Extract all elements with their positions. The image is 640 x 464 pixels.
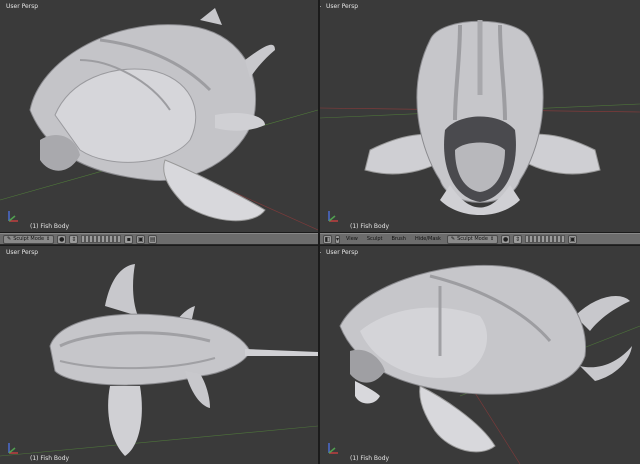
layers-grid[interactable] xyxy=(81,235,122,243)
sculpt-mode-icon: ✎ xyxy=(7,236,12,242)
pivot-icon[interactable]: ⇕ xyxy=(513,234,523,244)
sculpt-mode-icon: ✎ xyxy=(450,236,456,242)
viewport-header-left: ✎ Sculpt Mode ⇕ ● ⇕ ▪ ▣ ▤ xyxy=(0,233,318,245)
mode-selector[interactable]: ✎ Sculpt Mode ⇕ xyxy=(446,234,499,244)
split-area-icon[interactable]: + xyxy=(320,2,323,11)
layer-options-icon[interactable]: ▪ xyxy=(124,234,134,244)
shading-icon[interactable]: ● xyxy=(501,234,511,244)
menu-sculpt[interactable]: Sculpt xyxy=(364,236,386,242)
mode-label: Sculpt Mode xyxy=(13,236,45,242)
viewport-view-label: User Persp xyxy=(6,3,39,10)
fish-model-front-three-quarter xyxy=(0,8,318,231)
viewport-view-label: User Persp xyxy=(326,249,359,256)
fish-model-side xyxy=(339,264,640,464)
pivot-icon[interactable]: ⇕ xyxy=(69,234,79,244)
area-divider[interactable] xyxy=(318,0,320,464)
layers-grid[interactable] xyxy=(525,235,566,243)
chevron-down-icon[interactable]: ▾ xyxy=(335,234,340,244)
viewport-view-label: User Persp xyxy=(6,249,39,256)
viewport-top-right[interactable]: User Persp + (1) Fish Body xyxy=(320,0,640,232)
axis-gizmo-icon xyxy=(326,208,340,222)
viewport-object-label: (1) Fish Body xyxy=(350,223,390,230)
axis-gizmo-icon xyxy=(6,208,20,222)
view-icon[interactable]: ◧ xyxy=(323,234,332,244)
viewport-object-label: (1) Fish Body xyxy=(30,455,70,462)
viewport-top-left[interactable]: User Persp (1) Fish Body xyxy=(0,0,318,232)
menu-view[interactable]: View xyxy=(343,236,361,242)
camera-icon[interactable]: ▤ xyxy=(148,234,158,244)
split-area-icon[interactable]: + xyxy=(320,248,323,257)
mode-selector[interactable]: ✎ Sculpt Mode ⇕ xyxy=(3,234,55,244)
chevron-down-icon: ⇕ xyxy=(46,236,51,242)
mode-label: Sculpt Mode xyxy=(457,236,488,242)
viewport-header-right: ◧ ▾ View Sculpt Brush Hide/Mask ✎ Sculpt… xyxy=(320,233,640,245)
render-icon[interactable]: ▣ xyxy=(568,234,578,244)
fish-model-front xyxy=(320,20,640,215)
shading-icon[interactable]: ● xyxy=(57,234,67,244)
viewport-object-label: (1) Fish Body xyxy=(30,223,70,230)
viewport-object-label: (1) Fish Body xyxy=(350,455,390,462)
viewport-bottom-right[interactable]: User Persp + (1) Fish Body xyxy=(320,246,640,464)
chevron-down-icon: ⇕ xyxy=(489,236,495,242)
axis-gizmo-icon xyxy=(6,440,20,454)
menu-hide-mask[interactable]: Hide/Mask xyxy=(412,236,444,242)
viewport-bottom-left[interactable]: User Persp (1) Fish Body xyxy=(0,246,318,464)
render-icon[interactable]: ▣ xyxy=(136,234,146,244)
axis-gizmo-icon xyxy=(326,440,340,454)
viewport-view-label: User Persp xyxy=(326,3,359,10)
fish-model-top xyxy=(0,264,318,457)
menu-brush[interactable]: Brush xyxy=(389,236,409,242)
